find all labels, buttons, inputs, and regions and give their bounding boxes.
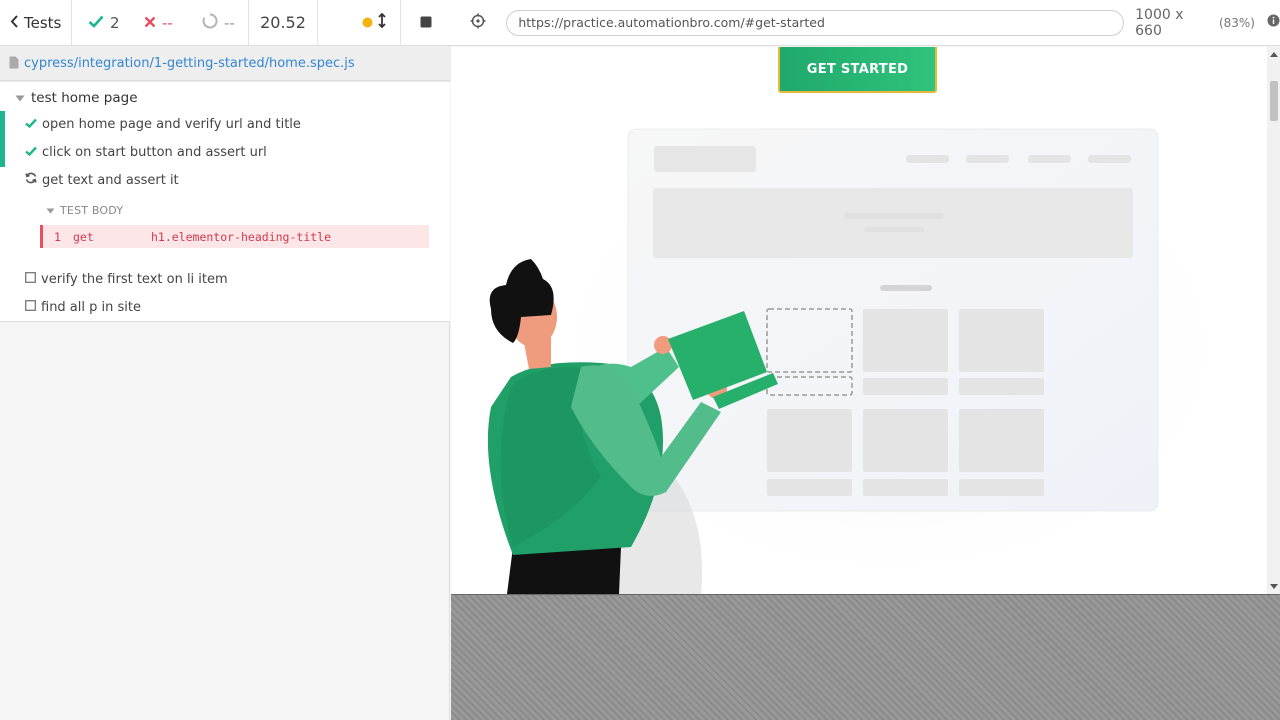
test-item-running[interactable]: get text and assert it: [0, 167, 450, 193]
reporter-header: Tests 2 -- -- 20.52: [0, 0, 450, 46]
aut-background: [451, 594, 1280, 720]
test-item-passed[interactable]: open home page and verify url and title: [0, 111, 450, 139]
viewport-info[interactable]: 1000 x 660 (83%): [1135, 7, 1280, 39]
aut-scrollbar[interactable]: [1267, 47, 1280, 594]
arrows-v-icon: [378, 12, 386, 32]
passed-indicator: [0, 111, 5, 139]
test-title: get text and assert it: [42, 172, 179, 188]
test-title: open home page and verify url and title: [42, 116, 301, 132]
check-icon: [25, 117, 37, 132]
url-field[interactable]: https://practice.automationbro.com/#get-…: [506, 9, 1125, 36]
command-name: get: [73, 229, 94, 244]
caret-down-icon: [46, 204, 55, 217]
auto-scroll-toggle[interactable]: [348, 0, 400, 46]
pending-count: --: [182, 0, 248, 45]
viewport-size: 1000 x 660: [1135, 6, 1184, 39]
check-icon: [88, 14, 104, 32]
stop-button[interactable]: [400, 0, 450, 46]
app-under-test-frame: GET STARTED: [451, 47, 1267, 594]
viewport-scale: (83%): [1218, 15, 1255, 30]
circle-notch-icon: [202, 12, 218, 33]
suite-title: test home page: [31, 90, 138, 106]
reporter-panel: Tests 2 -- -- 20.52 cypress/integration/…: [0, 0, 450, 720]
crosshairs-icon: [470, 13, 486, 33]
test-item-passed[interactable]: click on start button and assert url: [0, 139, 450, 167]
check-icon: [25, 145, 37, 160]
spec-path-bar: cypress/integration/1-getting-started/ho…: [0, 47, 450, 81]
runnables-list: test home page open home page and verify…: [0, 82, 450, 322]
aut-header: https://practice.automationbro.com/#get-…: [450, 0, 1280, 46]
scroll-thumb[interactable]: [1270, 81, 1278, 121]
sync-icon: [25, 172, 37, 188]
tests-label: Tests: [24, 13, 62, 32]
tests-button[interactable]: Tests: [0, 0, 72, 45]
square-icon: [25, 299, 36, 315]
test-title: click on start button and assert url: [42, 144, 267, 160]
suite-item[interactable]: test home page: [0, 86, 450, 110]
running-indicator-icon: [362, 13, 373, 32]
chevron-left-icon: [10, 14, 18, 32]
hook-title[interactable]: TEST BODY: [46, 204, 123, 217]
caret-down-icon: [15, 90, 25, 106]
hero-illustration: [487, 97, 1251, 594]
test-item-pending[interactable]: find all p in site: [0, 294, 450, 320]
x-icon: [144, 14, 156, 32]
file-icon: [9, 54, 19, 73]
scroll-down-arrow-icon[interactable]: [1270, 584, 1278, 589]
info-icon: [1267, 14, 1280, 31]
stop-icon: [420, 13, 432, 32]
selector-playground-button[interactable]: [450, 0, 506, 46]
failed-count: --: [124, 0, 182, 45]
test-title: verify the first text on li item: [41, 271, 228, 287]
square-icon: [25, 271, 36, 287]
run-controls: [318, 0, 450, 46]
duration: 20.52: [248, 0, 318, 45]
scroll-up-arrow-icon[interactable]: [1270, 52, 1278, 57]
passed-count: 2: [72, 0, 124, 45]
command-message: h1.elementor-heading-title: [151, 229, 332, 244]
command-row[interactable]: 1 get h1.elementor-heading-title: [40, 225, 429, 248]
test-title: find all p in site: [41, 299, 141, 315]
spec-path-link[interactable]: cypress/integration/1-getting-started/ho…: [24, 56, 355, 71]
passed-indicator: [0, 139, 5, 167]
command-number: 1: [54, 229, 61, 244]
test-item-pending[interactable]: verify the first text on li item: [0, 266, 450, 292]
